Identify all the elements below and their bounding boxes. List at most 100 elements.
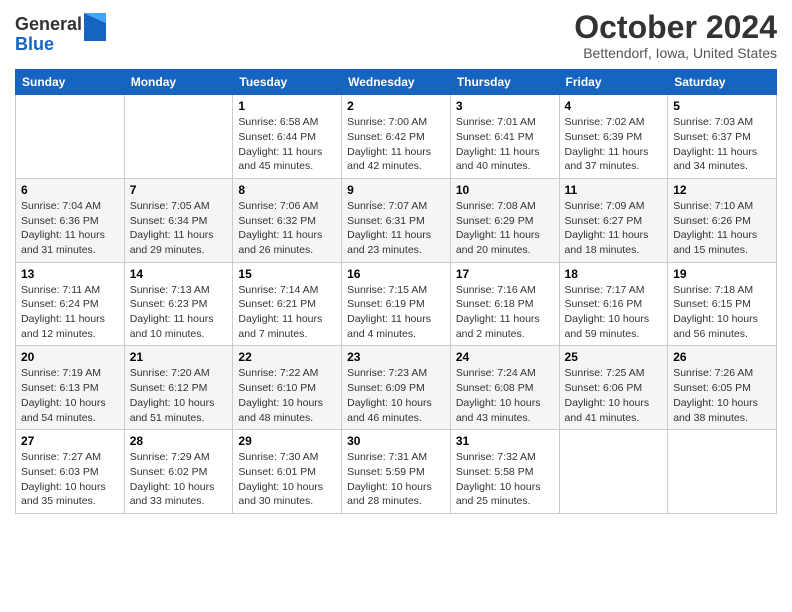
day-info: Sunrise: 7:18 AM Sunset: 6:15 PM Dayligh… — [673, 284, 758, 340]
calendar-cell: 8 Sunrise: 7:06 AM Sunset: 6:32 PM Daylig… — [233, 178, 342, 262]
day-info: Sunrise: 7:14 AM Sunset: 6:21 PM Dayligh… — [238, 284, 322, 340]
day-info: Sunrise: 6:58 AM Sunset: 6:44 PM Dayligh… — [238, 116, 322, 172]
day-info: Sunrise: 7:24 AM Sunset: 6:08 PM Dayligh… — [456, 367, 541, 423]
day-info: Sunrise: 7:19 AM Sunset: 6:13 PM Dayligh… — [21, 367, 106, 423]
calendar-cell: 23 Sunrise: 7:23 AM Sunset: 6:09 PM Dayli… — [342, 346, 451, 430]
day-number: 27 — [21, 434, 119, 448]
calendar-cell: 4 Sunrise: 7:02 AM Sunset: 6:39 PM Daylig… — [559, 95, 668, 179]
calendar-cell: 26 Sunrise: 7:26 AM Sunset: 6:05 PM Dayli… — [668, 346, 777, 430]
calendar-cell: 20 Sunrise: 7:19 AM Sunset: 6:13 PM Dayli… — [16, 346, 125, 430]
day-number: 29 — [238, 434, 336, 448]
day-info: Sunrise: 7:29 AM Sunset: 6:02 PM Dayligh… — [130, 451, 215, 507]
day-info: Sunrise: 7:22 AM Sunset: 6:10 PM Dayligh… — [238, 367, 323, 423]
day-number: 11 — [565, 183, 663, 197]
logo: General Blue — [15, 15, 106, 55]
calendar-cell — [668, 430, 777, 514]
calendar-cell: 31 Sunrise: 7:32 AM Sunset: 5:58 PM Dayli… — [450, 430, 559, 514]
calendar-cell: 27 Sunrise: 7:27 AM Sunset: 6:03 PM Dayli… — [16, 430, 125, 514]
day-number: 15 — [238, 267, 336, 281]
day-number: 23 — [347, 350, 445, 364]
page: General Blue October 2024 Bettendorf, Io… — [0, 0, 792, 612]
day-number: 20 — [21, 350, 119, 364]
day-number: 5 — [673, 99, 771, 113]
day-info: Sunrise: 7:06 AM Sunset: 6:32 PM Dayligh… — [238, 200, 322, 256]
calendar-header-row: SundayMondayTuesdayWednesdayThursdayFrid… — [16, 70, 777, 95]
calendar-cell — [16, 95, 125, 179]
day-info: Sunrise: 7:05 AM Sunset: 6:34 PM Dayligh… — [130, 200, 214, 256]
calendar-cell: 17 Sunrise: 7:16 AM Sunset: 6:18 PM Dayli… — [450, 262, 559, 346]
day-number: 30 — [347, 434, 445, 448]
day-number: 21 — [130, 350, 228, 364]
day-info: Sunrise: 7:23 AM Sunset: 6:09 PM Dayligh… — [347, 367, 432, 423]
calendar-cell: 21 Sunrise: 7:20 AM Sunset: 6:12 PM Dayli… — [124, 346, 233, 430]
day-info: Sunrise: 7:09 AM Sunset: 6:27 PM Dayligh… — [565, 200, 649, 256]
day-info: Sunrise: 7:30 AM Sunset: 6:01 PM Dayligh… — [238, 451, 323, 507]
day-number: 31 — [456, 434, 554, 448]
day-info: Sunrise: 7:10 AM Sunset: 6:26 PM Dayligh… — [673, 200, 757, 256]
calendar-cell: 2 Sunrise: 7:00 AM Sunset: 6:42 PM Daylig… — [342, 95, 451, 179]
day-number: 19 — [673, 267, 771, 281]
calendar-cell: 9Sunrise: 7:07 AM Sunset: 6:31 PM Daylig… — [342, 178, 451, 262]
calendar-cell: 19 Sunrise: 7:18 AM Sunset: 6:15 PM Dayli… — [668, 262, 777, 346]
calendar-cell: 10Sunrise: 7:08 AM Sunset: 6:29 PM Dayli… — [450, 178, 559, 262]
day-info: Sunrise: 7:31 AM Sunset: 5:59 PM Dayligh… — [347, 451, 432, 507]
day-info: Sunrise: 7:01 AM Sunset: 6:41 PM Dayligh… — [456, 116, 540, 172]
calendar-cell: 18 Sunrise: 7:17 AM Sunset: 6:16 PM Dayli… — [559, 262, 668, 346]
day-number: 10 — [456, 183, 554, 197]
day-number: 18 — [565, 267, 663, 281]
day-number: 26 — [673, 350, 771, 364]
day-info: Sunrise: 7:02 AM Sunset: 6:39 PM Dayligh… — [565, 116, 649, 172]
location: Bettendorf, Iowa, United States — [574, 45, 777, 61]
day-info: Sunrise: 7:13 AM Sunset: 6:23 PM Dayligh… — [130, 284, 214, 340]
day-number: 6 — [21, 183, 119, 197]
day-number: 9 — [347, 183, 445, 197]
calendar-week-3: 20 Sunrise: 7:19 AM Sunset: 6:13 PM Dayli… — [16, 346, 777, 430]
calendar-week-2: 13 Sunrise: 7:11 AM Sunset: 6:24 PM Dayli… — [16, 262, 777, 346]
day-info: Sunrise: 7:16 AM Sunset: 6:18 PM Dayligh… — [456, 284, 540, 340]
day-info: Sunrise: 7:25 AM Sunset: 6:06 PM Dayligh… — [565, 367, 650, 423]
day-number: 4 — [565, 99, 663, 113]
day-number: 8 — [238, 183, 336, 197]
logo-general: General — [15, 15, 82, 35]
day-info: Sunrise: 7:04 AM Sunset: 6:36 PM Dayligh… — [21, 200, 105, 256]
day-number: 2 — [347, 99, 445, 113]
calendar-cell — [124, 95, 233, 179]
day-number: 25 — [565, 350, 663, 364]
logo-icon — [84, 13, 106, 41]
day-info: Sunrise: 7:20 AM Sunset: 6:12 PM Dayligh… — [130, 367, 215, 423]
calendar-header-wednesday: Wednesday — [342, 70, 451, 95]
calendar-header-tuesday: Tuesday — [233, 70, 342, 95]
day-info: Sunrise: 7:26 AM Sunset: 6:05 PM Dayligh… — [673, 367, 758, 423]
day-info: Sunrise: 7:17 AM Sunset: 6:16 PM Dayligh… — [565, 284, 650, 340]
calendar-header-sunday: Sunday — [16, 70, 125, 95]
day-info: Sunrise: 7:15 AM Sunset: 6:19 PM Dayligh… — [347, 284, 431, 340]
day-info: Sunrise: 7:00 AM Sunset: 6:42 PM Dayligh… — [347, 116, 431, 172]
day-info: Sunrise: 7:11 AM Sunset: 6:24 PM Dayligh… — [21, 284, 105, 340]
day-info: Sunrise: 7:27 AM Sunset: 6:03 PM Dayligh… — [21, 451, 106, 507]
calendar-cell: 15 Sunrise: 7:14 AM Sunset: 6:21 PM Dayli… — [233, 262, 342, 346]
day-info: Sunrise: 7:03 AM Sunset: 6:37 PM Dayligh… — [673, 116, 757, 172]
logo-text: General Blue — [15, 15, 82, 55]
title-block: October 2024 Bettendorf, Iowa, United St… — [574, 10, 777, 61]
calendar-cell: 3Sunrise: 7:01 AM Sunset: 6:41 PM Daylig… — [450, 95, 559, 179]
day-number: 17 — [456, 267, 554, 281]
calendar-cell: 12 Sunrise: 7:10 AM Sunset: 6:26 PM Dayli… — [668, 178, 777, 262]
day-number: 22 — [238, 350, 336, 364]
day-number: 12 — [673, 183, 771, 197]
day-number: 16 — [347, 267, 445, 281]
month-title: October 2024 — [574, 10, 777, 45]
day-number: 24 — [456, 350, 554, 364]
calendar-header-thursday: Thursday — [450, 70, 559, 95]
calendar-week-4: 27 Sunrise: 7:27 AM Sunset: 6:03 PM Dayli… — [16, 430, 777, 514]
calendar-cell: 1 Sunrise: 6:58 AM Sunset: 6:44 PM Daylig… — [233, 95, 342, 179]
calendar-cell: 16 Sunrise: 7:15 AM Sunset: 6:19 PM Dayli… — [342, 262, 451, 346]
logo-blue: Blue — [15, 35, 82, 55]
day-number: 7 — [130, 183, 228, 197]
day-number: 28 — [130, 434, 228, 448]
calendar-cell: 22 Sunrise: 7:22 AM Sunset: 6:10 PM Dayli… — [233, 346, 342, 430]
calendar-table: SundayMondayTuesdayWednesdayThursdayFrid… — [15, 69, 777, 514]
day-info: Sunrise: 7:32 AM Sunset: 5:58 PM Dayligh… — [456, 451, 541, 507]
day-number: 13 — [21, 267, 119, 281]
calendar-cell: 6 Sunrise: 7:04 AM Sunset: 6:36 PM Daylig… — [16, 178, 125, 262]
day-number: 1 — [238, 99, 336, 113]
